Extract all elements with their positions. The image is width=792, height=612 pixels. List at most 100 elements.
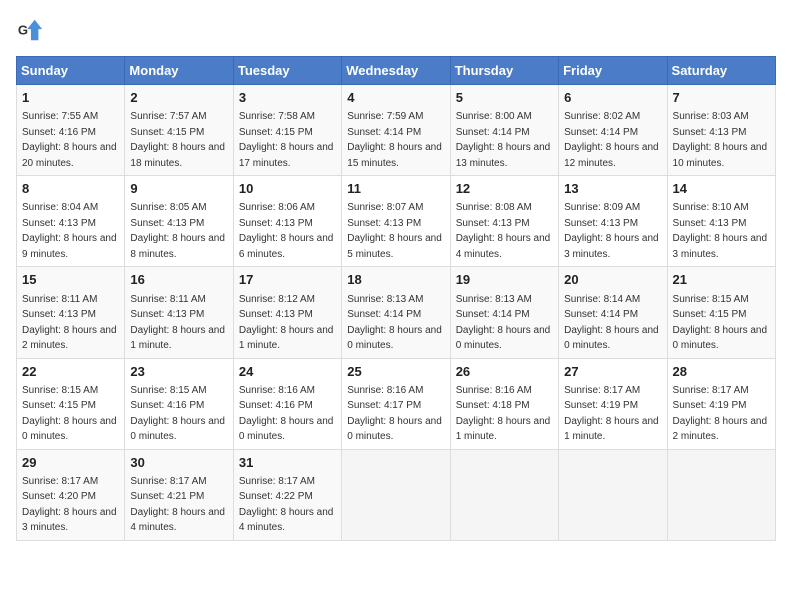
day-info: Sunrise: 8:13 AMSunset: 4:14 PMDaylight:…: [456, 294, 551, 352]
logo-icon: G: [16, 16, 44, 44]
calendar-day-cell: 8 Sunrise: 8:04 AMSunset: 4:13 PMDayligh…: [17, 176, 125, 267]
day-number: 7: [673, 89, 770, 107]
calendar-day-cell: 15 Sunrise: 8:11 AMSunset: 4:13 PMDaylig…: [17, 267, 125, 358]
calendar-week-row: 15 Sunrise: 8:11 AMSunset: 4:13 PMDaylig…: [17, 267, 776, 358]
calendar-week-row: 22 Sunrise: 8:15 AMSunset: 4:15 PMDaylig…: [17, 358, 776, 449]
day-info: Sunrise: 8:12 AMSunset: 4:13 PMDaylight:…: [239, 294, 334, 352]
day-info: Sunrise: 8:16 AMSunset: 4:18 PMDaylight:…: [456, 385, 551, 443]
day-info: Sunrise: 8:15 AMSunset: 4:16 PMDaylight:…: [130, 385, 225, 443]
day-number: 15: [22, 271, 119, 289]
day-info: Sunrise: 8:11 AMSunset: 4:13 PMDaylight:…: [130, 294, 225, 352]
day-info: Sunrise: 8:06 AMSunset: 4:13 PMDaylight:…: [239, 202, 334, 260]
day-of-week-header: Sunday: [17, 57, 125, 85]
calendar-day-cell: 11 Sunrise: 8:07 AMSunset: 4:13 PMDaylig…: [342, 176, 450, 267]
day-number: 25: [347, 363, 444, 381]
day-number: 24: [239, 363, 336, 381]
day-of-week-header: Saturday: [667, 57, 775, 85]
day-info: Sunrise: 8:17 AMSunset: 4:19 PMDaylight:…: [564, 385, 659, 443]
day-info: Sunrise: 8:04 AMSunset: 4:13 PMDaylight:…: [22, 202, 117, 260]
day-info: Sunrise: 8:15 AMSunset: 4:15 PMDaylight:…: [673, 294, 768, 352]
day-number: 21: [673, 271, 770, 289]
day-info: Sunrise: 8:17 AMSunset: 4:22 PMDaylight:…: [239, 476, 334, 534]
day-number: 20: [564, 271, 661, 289]
calendar-day-cell: 4 Sunrise: 7:59 AMSunset: 4:14 PMDayligh…: [342, 85, 450, 176]
day-number: 8: [22, 180, 119, 198]
calendar-table: SundayMondayTuesdayWednesdayThursdayFrid…: [16, 56, 776, 541]
calendar-day-cell: [667, 449, 775, 540]
day-info: Sunrise: 8:11 AMSunset: 4:13 PMDaylight:…: [22, 294, 117, 352]
calendar-day-cell: 5 Sunrise: 8:00 AMSunset: 4:14 PMDayligh…: [450, 85, 558, 176]
calendar-day-cell: 7 Sunrise: 8:03 AMSunset: 4:13 PMDayligh…: [667, 85, 775, 176]
day-of-week-header: Thursday: [450, 57, 558, 85]
logo: G: [16, 16, 46, 44]
day-info: Sunrise: 8:10 AMSunset: 4:13 PMDaylight:…: [673, 202, 768, 260]
calendar-day-cell: 29 Sunrise: 8:17 AMSunset: 4:20 PMDaylig…: [17, 449, 125, 540]
calendar-day-cell: [450, 449, 558, 540]
day-number: 26: [456, 363, 553, 381]
day-number: 29: [22, 454, 119, 472]
day-info: Sunrise: 8:16 AMSunset: 4:17 PMDaylight:…: [347, 385, 442, 443]
day-number: 13: [564, 180, 661, 198]
calendar-day-cell: 31 Sunrise: 8:17 AMSunset: 4:22 PMDaylig…: [233, 449, 341, 540]
day-info: Sunrise: 8:08 AMSunset: 4:13 PMDaylight:…: [456, 202, 551, 260]
calendar-day-cell: 21 Sunrise: 8:15 AMSunset: 4:15 PMDaylig…: [667, 267, 775, 358]
day-info: Sunrise: 8:17 AMSunset: 4:21 PMDaylight:…: [130, 476, 225, 534]
day-number: 23: [130, 363, 227, 381]
day-number: 9: [130, 180, 227, 198]
day-info: Sunrise: 8:00 AMSunset: 4:14 PMDaylight:…: [456, 111, 551, 169]
day-number: 3: [239, 89, 336, 107]
calendar-week-row: 8 Sunrise: 8:04 AMSunset: 4:13 PMDayligh…: [17, 176, 776, 267]
calendar-day-cell: 28 Sunrise: 8:17 AMSunset: 4:19 PMDaylig…: [667, 358, 775, 449]
day-number: 11: [347, 180, 444, 198]
calendar-day-cell: 13 Sunrise: 8:09 AMSunset: 4:13 PMDaylig…: [559, 176, 667, 267]
calendar-day-cell: 16 Sunrise: 8:11 AMSunset: 4:13 PMDaylig…: [125, 267, 233, 358]
day-info: Sunrise: 8:13 AMSunset: 4:14 PMDaylight:…: [347, 294, 442, 352]
calendar-week-row: 1 Sunrise: 7:55 AMSunset: 4:16 PMDayligh…: [17, 85, 776, 176]
day-number: 16: [130, 271, 227, 289]
day-info: Sunrise: 7:58 AMSunset: 4:15 PMDaylight:…: [239, 111, 334, 169]
day-number: 12: [456, 180, 553, 198]
day-of-week-header: Friday: [559, 57, 667, 85]
day-info: Sunrise: 8:03 AMSunset: 4:13 PMDaylight:…: [673, 111, 768, 169]
day-info: Sunrise: 7:59 AMSunset: 4:14 PMDaylight:…: [347, 111, 442, 169]
day-info: Sunrise: 8:02 AMSunset: 4:14 PMDaylight:…: [564, 111, 659, 169]
day-number: 2: [130, 89, 227, 107]
day-number: 10: [239, 180, 336, 198]
day-info: Sunrise: 8:07 AMSunset: 4:13 PMDaylight:…: [347, 202, 442, 260]
calendar-day-cell: [342, 449, 450, 540]
calendar-day-cell: 9 Sunrise: 8:05 AMSunset: 4:13 PMDayligh…: [125, 176, 233, 267]
day-info: Sunrise: 8:15 AMSunset: 4:15 PMDaylight:…: [22, 385, 117, 443]
day-number: 17: [239, 271, 336, 289]
calendar-day-cell: 23 Sunrise: 8:15 AMSunset: 4:16 PMDaylig…: [125, 358, 233, 449]
day-info: Sunrise: 8:14 AMSunset: 4:14 PMDaylight:…: [564, 294, 659, 352]
day-info: Sunrise: 8:09 AMSunset: 4:13 PMDaylight:…: [564, 202, 659, 260]
day-number: 6: [564, 89, 661, 107]
day-number: 28: [673, 363, 770, 381]
day-number: 22: [22, 363, 119, 381]
day-number: 30: [130, 454, 227, 472]
day-number: 4: [347, 89, 444, 107]
day-number: 18: [347, 271, 444, 289]
day-info: Sunrise: 7:55 AMSunset: 4:16 PMDaylight:…: [22, 111, 117, 169]
calendar-day-cell: 17 Sunrise: 8:12 AMSunset: 4:13 PMDaylig…: [233, 267, 341, 358]
page-header: G: [16, 16, 776, 44]
day-number: 31: [239, 454, 336, 472]
calendar-day-cell: 1 Sunrise: 7:55 AMSunset: 4:16 PMDayligh…: [17, 85, 125, 176]
day-info: Sunrise: 7:57 AMSunset: 4:15 PMDaylight:…: [130, 111, 225, 169]
day-info: Sunrise: 8:16 AMSunset: 4:16 PMDaylight:…: [239, 385, 334, 443]
calendar-day-cell: 30 Sunrise: 8:17 AMSunset: 4:21 PMDaylig…: [125, 449, 233, 540]
day-info: Sunrise: 8:17 AMSunset: 4:20 PMDaylight:…: [22, 476, 117, 534]
calendar-day-cell: 12 Sunrise: 8:08 AMSunset: 4:13 PMDaylig…: [450, 176, 558, 267]
day-number: 5: [456, 89, 553, 107]
calendar-day-cell: 10 Sunrise: 8:06 AMSunset: 4:13 PMDaylig…: [233, 176, 341, 267]
day-info: Sunrise: 8:17 AMSunset: 4:19 PMDaylight:…: [673, 385, 768, 443]
calendar-day-cell: 24 Sunrise: 8:16 AMSunset: 4:16 PMDaylig…: [233, 358, 341, 449]
calendar-day-cell: 6 Sunrise: 8:02 AMSunset: 4:14 PMDayligh…: [559, 85, 667, 176]
day-number: 14: [673, 180, 770, 198]
calendar-day-cell: 20 Sunrise: 8:14 AMSunset: 4:14 PMDaylig…: [559, 267, 667, 358]
calendar-day-cell: 27 Sunrise: 8:17 AMSunset: 4:19 PMDaylig…: [559, 358, 667, 449]
svg-text:G: G: [18, 23, 28, 38]
calendar-day-cell: 18 Sunrise: 8:13 AMSunset: 4:14 PMDaylig…: [342, 267, 450, 358]
calendar-day-cell: 14 Sunrise: 8:10 AMSunset: 4:13 PMDaylig…: [667, 176, 775, 267]
calendar-week-row: 29 Sunrise: 8:17 AMSunset: 4:20 PMDaylig…: [17, 449, 776, 540]
